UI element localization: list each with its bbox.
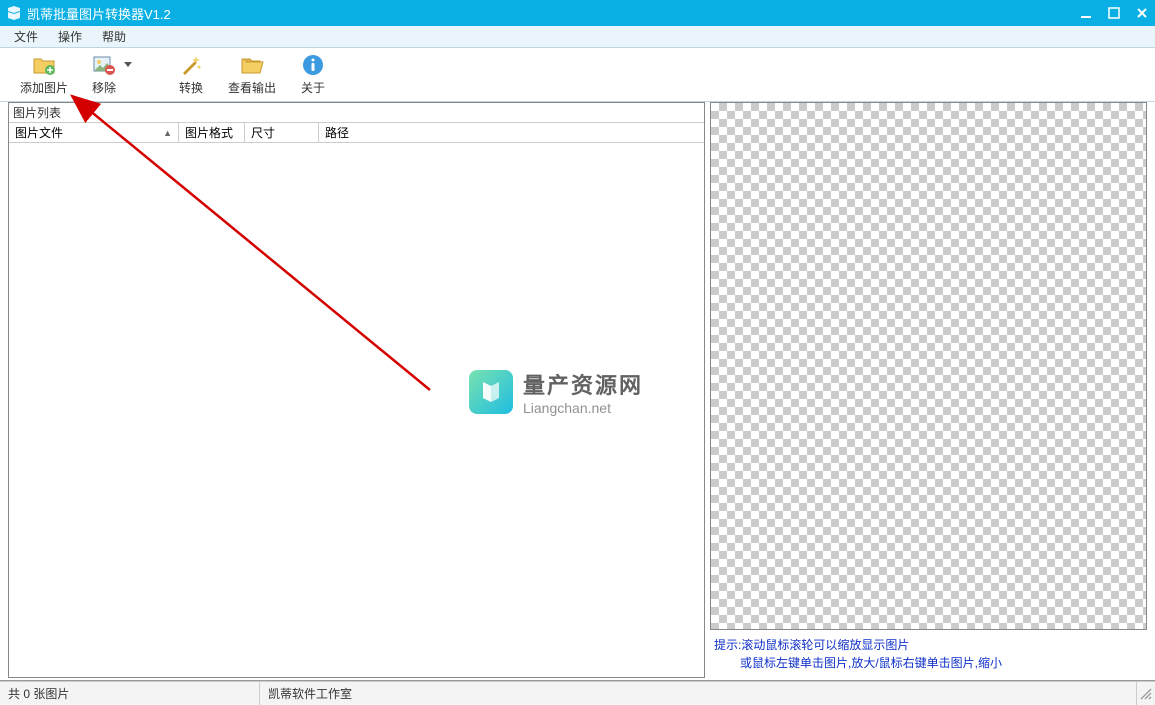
window-title: 凯蒂批量图片转换器V1.2 bbox=[27, 4, 1079, 23]
view-output-button[interactable]: 查看输出 bbox=[216, 50, 288, 100]
status-studio: 凯蒂软件工作室 bbox=[260, 682, 1137, 705]
close-button[interactable] bbox=[1135, 6, 1149, 20]
folder-add-icon bbox=[32, 53, 56, 77]
watermark: 量产资源网 Liangchan.net bbox=[469, 368, 643, 416]
column-format[interactable]: 图片格式 bbox=[179, 123, 245, 142]
list-body[interactable]: 量产资源网 Liangchan.net bbox=[9, 143, 704, 677]
convert-label: 转换 bbox=[179, 79, 203, 96]
convert-button[interactable]: 转换 bbox=[166, 50, 216, 100]
remove-button[interactable]: 移除 bbox=[80, 50, 136, 100]
menu-bar: 文件 操作 帮助 bbox=[0, 26, 1155, 48]
preview-panel: 提示:滚动鼠标滚轮可以缩放显示图片 或鼠标左键单击图片,放大/鼠标右键单击图片,… bbox=[710, 102, 1147, 678]
watermark-logo-icon bbox=[469, 370, 513, 414]
column-file[interactable]: 图片文件 bbox=[9, 123, 179, 142]
watermark-cn: 量产资源网 bbox=[523, 368, 643, 400]
app-icon bbox=[6, 5, 22, 21]
view-output-label: 查看输出 bbox=[228, 79, 276, 96]
minimize-button[interactable] bbox=[1079, 6, 1093, 20]
image-list-title: 图片列表 bbox=[9, 103, 704, 123]
menu-file[interactable]: 文件 bbox=[4, 26, 48, 47]
preview-area[interactable] bbox=[710, 102, 1147, 630]
hint-text: 提示:滚动鼠标滚轮可以缩放显示图片 或鼠标左键单击图片,放大/鼠标右键单击图片,… bbox=[710, 630, 1147, 678]
about-button[interactable]: 关于 bbox=[288, 50, 338, 100]
chevron-down-icon bbox=[124, 62, 132, 67]
column-path[interactable]: 路径 bbox=[319, 123, 704, 142]
column-size[interactable]: 尺寸 bbox=[245, 123, 319, 142]
image-list-panel: 图片列表 图片文件 图片格式 尺寸 路径 量产资源网 Liangchan.net bbox=[8, 102, 705, 678]
list-header: 图片文件 图片格式 尺寸 路径 bbox=[9, 123, 704, 143]
resize-grip-icon[interactable] bbox=[1137, 682, 1155, 705]
hint-line-2: 或鼠标左键单击图片,放大/鼠标右键单击图片,缩小 bbox=[714, 654, 1143, 672]
about-label: 关于 bbox=[301, 79, 325, 96]
maximize-button[interactable] bbox=[1107, 6, 1121, 20]
toolbar: 添加图片 移除 转换 查看输出 关于 bbox=[0, 48, 1155, 102]
add-image-label: 添加图片 bbox=[20, 79, 68, 96]
menu-help[interactable]: 帮助 bbox=[92, 26, 136, 47]
status-count: 共 0 张图片 bbox=[0, 682, 260, 705]
status-bar: 共 0 张图片 凯蒂软件工作室 bbox=[0, 681, 1155, 705]
hint-line-1: 提示:滚动鼠标滚轮可以缩放显示图片 bbox=[714, 636, 1143, 654]
info-icon bbox=[301, 53, 325, 77]
folder-open-icon bbox=[240, 53, 264, 77]
add-image-button[interactable]: 添加图片 bbox=[8, 50, 80, 100]
wand-icon bbox=[179, 53, 203, 77]
menu-operation[interactable]: 操作 bbox=[48, 26, 92, 47]
remove-label: 移除 bbox=[92, 79, 116, 96]
title-bar: 凯蒂批量图片转换器V1.2 bbox=[0, 0, 1155, 26]
image-remove-icon bbox=[92, 53, 116, 77]
watermark-en: Liangchan.net bbox=[523, 400, 643, 416]
